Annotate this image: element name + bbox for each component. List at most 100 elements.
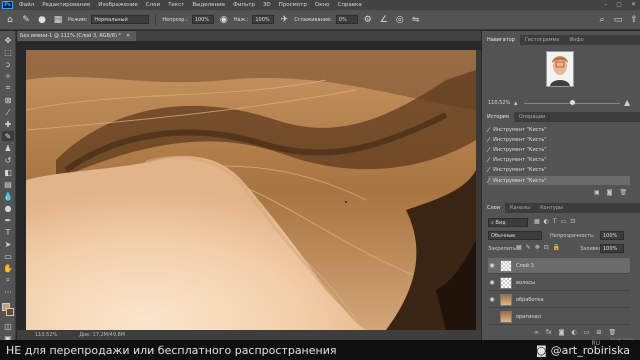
filter-pixel-icon[interactable]: ▦	[534, 218, 540, 225]
link-layers-icon[interactable]: ∞	[534, 329, 539, 336]
pressure-size-icon[interactable]: ◎	[394, 14, 406, 26]
new-group-icon[interactable]: ▭	[584, 329, 590, 336]
close-tab-icon[interactable]: ✕	[126, 33, 130, 39]
history-item-selected[interactable]: ⁄ Инструмент "Кисть"	[488, 176, 630, 185]
close-icon[interactable]: ✕	[631, 1, 636, 8]
menu-help[interactable]: Справка	[337, 2, 361, 8]
zoom-slider-handle[interactable]	[570, 100, 575, 105]
history-item[interactable]: ⁄ Инструмент "Кисть"	[488, 155, 630, 164]
menu-3d[interactable]: 3D	[263, 2, 271, 8]
snapshot-icon[interactable]: ◙	[607, 189, 613, 196]
share-icon[interactable]: ⇪	[628, 14, 640, 26]
lock-position-icon[interactable]: ✥	[535, 244, 540, 251]
tab-info[interactable]: Инфо	[564, 35, 588, 45]
history-item[interactable]: ⁄ Инструмент "Кисть"	[488, 165, 630, 174]
zoom-tool-icon[interactable]: ⌕	[2, 275, 14, 285]
menu-file[interactable]: Файл	[19, 2, 34, 8]
symmetry-icon[interactable]: ⇋	[410, 14, 422, 26]
background-color-swatch[interactable]	[6, 308, 14, 316]
crop-tool-icon[interactable]: ⌗	[2, 83, 14, 93]
move-tool-icon[interactable]: ✥	[2, 35, 14, 45]
tab-history[interactable]: История	[482, 112, 514, 122]
eyedropper-tool-icon[interactable]: ⁄	[2, 107, 14, 117]
fill-field[interactable]: 100%	[600, 244, 624, 253]
new-document-from-state-icon[interactable]: ▣	[594, 189, 600, 196]
quick-mask-icon[interactable]: ◫	[2, 321, 14, 331]
menu-edit[interactable]: Редактирование	[42, 2, 90, 8]
dodge-tool-icon[interactable]: ●	[2, 203, 14, 213]
menu-image[interactable]: Изображение	[98, 2, 138, 8]
document-canvas[interactable]	[26, 50, 476, 330]
mode-select[interactable]: Нормальный	[91, 15, 150, 24]
layer-filter-select[interactable]: ⌕ Вид	[488, 218, 528, 227]
brush-tool-icon[interactable]: ✎	[20, 14, 32, 26]
maximize-icon[interactable]: ▢	[616, 1, 622, 8]
tab-actions[interactable]: Операции	[514, 112, 550, 122]
filter-shape-icon[interactable]: ▭	[561, 218, 567, 225]
pen-tool-icon[interactable]: ✒	[2, 215, 14, 225]
brush-tool-icon[interactable]: ✎	[2, 131, 14, 141]
zoom-in-icon[interactable]: ▲	[624, 98, 630, 107]
lock-all-icon[interactable]: 🔒	[553, 244, 560, 251]
marquee-tool-icon[interactable]: ⬚	[2, 47, 14, 57]
delete-icon[interactable]: 🗑	[620, 189, 628, 196]
layer-row[interactable]: ◉ обработка	[488, 292, 630, 308]
frame-tool-icon[interactable]: ⊠	[2, 95, 14, 105]
layer-style-icon[interactable]: fx	[546, 329, 552, 336]
menu-layers[interactable]: Слои	[146, 2, 160, 8]
layer-opacity-field[interactable]: 100%	[600, 231, 624, 240]
opacity-field[interactable]: 100%	[191, 15, 214, 24]
menu-window[interactable]: Окно	[315, 2, 330, 8]
layer-name[interactable]: волосы	[516, 280, 535, 286]
filter-type-icon[interactable]: T	[553, 218, 557, 225]
menu-text[interactable]: Текст	[168, 2, 184, 8]
delete-layer-icon[interactable]: 🗑	[608, 329, 616, 336]
new-layer-icon[interactable]: ⊞	[596, 329, 601, 336]
home-icon[interactable]: ⌂	[4, 14, 16, 26]
layer-row[interactable]: оригинал	[488, 309, 630, 325]
navigator-thumbnail[interactable]	[546, 51, 574, 87]
navigator-zoom[interactable]: 110,52%	[488, 100, 510, 106]
brush-settings-icon[interactable]: ▦	[52, 14, 64, 26]
lock-pixels-icon[interactable]: ✎	[526, 244, 531, 251]
gradient-tool-icon[interactable]: ▤	[2, 179, 14, 189]
visibility-eye-icon[interactable]: ◉	[488, 279, 496, 286]
filter-smart-icon[interactable]: ⊡	[570, 218, 575, 225]
workspace-icon[interactable]: ▭	[612, 14, 624, 26]
brush-preset-icon[interactable]: ●	[36, 14, 48, 26]
eraser-tool-icon[interactable]: ◧	[2, 167, 14, 177]
path-select-tool-icon[interactable]: ➤	[2, 239, 14, 249]
tab-navigator[interactable]: Навигатор	[482, 35, 520, 45]
layer-row[interactable]: ◉ Слой 3	[488, 258, 630, 274]
lock-transparency-icon[interactable]: ▦	[516, 244, 522, 251]
more-tools-icon[interactable]: ···	[2, 287, 14, 297]
history-item[interactable]: ⁄ Инструмент "Кисть"	[488, 125, 630, 134]
menu-filter[interactable]: Фильтр	[233, 2, 255, 8]
smoothing-field[interactable]: 0%	[335, 15, 358, 24]
blend-mode-select[interactable]: Обычные	[488, 231, 542, 240]
tab-layers[interactable]: Слои	[482, 203, 505, 213]
history-item[interactable]: ⁄ Инструмент "Кисть"	[488, 135, 630, 144]
tab-histogram[interactable]: Гистограмма	[520, 35, 565, 45]
history-item[interactable]: ⁄ Инструмент "Кисть"	[488, 145, 630, 154]
layer-name[interactable]: оригинал	[516, 314, 541, 320]
clone-stamp-tool-icon[interactable]: ♟	[2, 143, 14, 153]
type-tool-icon[interactable]: T	[2, 227, 14, 237]
document-tab[interactable]: Без имени-1 @ 111% (Слой 3, RGB/8) * ✕	[17, 31, 137, 41]
lock-artboard-icon[interactable]: ⊡	[544, 244, 549, 251]
layer-name[interactable]: обработка	[516, 297, 544, 303]
gear-icon[interactable]: ⚙	[362, 14, 374, 26]
filter-adjust-icon[interactable]: ◐	[544, 218, 549, 225]
healing-brush-tool-icon[interactable]: ✚	[2, 119, 14, 129]
airbrush-icon[interactable]: ✈	[278, 14, 290, 26]
history-brush-tool-icon[interactable]: ↺	[2, 155, 14, 165]
hand-tool-icon[interactable]: ✋	[2, 263, 14, 273]
menu-view[interactable]: Просмотр	[279, 2, 307, 8]
tab-paths[interactable]: Контуры	[535, 203, 568, 213]
zoom-out-icon[interactable]: ▴	[514, 99, 518, 107]
layer-name[interactable]: Слой 3	[516, 263, 534, 269]
layer-row[interactable]: ◉ волосы	[488, 275, 630, 291]
menu-select[interactable]: Выделение	[192, 2, 225, 8]
visibility-eye-icon[interactable]: ◉	[488, 296, 496, 303]
visibility-eye-icon[interactable]: ◉	[488, 262, 496, 269]
